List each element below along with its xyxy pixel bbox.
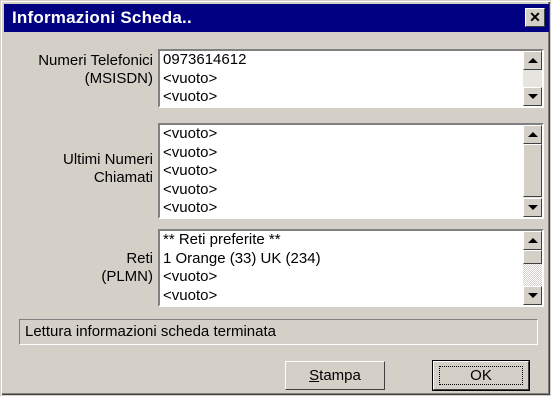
print-button-mnemonic: S [309,367,320,384]
window-title: Informazioni Scheda.. [12,8,192,27]
list-item[interactable]: 1 Orange (33) UK (234) [163,250,523,269]
scroll-thumb[interactable] [523,144,542,197]
list-item[interactable]: <vuoto> [163,144,523,163]
print-button[interactable]: Stampa [285,361,385,390]
list-item[interactable]: <vuoto> [163,125,523,144]
print-button-label: tampa [319,367,361,384]
scroll-down-button[interactable] [523,87,542,106]
networks-list[interactable]: ** Reti preferite ** 1 Orange (33) UK (2… [158,229,544,307]
status-text: Lettura informazioni scheda terminata [25,323,276,340]
msisdn-scrollbar[interactable] [523,51,542,106]
list-item[interactable]: <vuoto> [163,162,523,181]
msisdn-label-line2: (MSISDN) [84,70,153,87]
arrow-down-icon [528,293,538,298]
last-called-list[interactable]: <vuoto> <vuoto> <vuoto> <vuoto> <vuoto> [158,123,544,219]
networks-scrollbar[interactable] [523,231,542,305]
list-item[interactable]: 0973614612 [163,51,523,70]
scroll-up-button[interactable] [523,231,542,250]
status-bar: Lettura informazioni scheda terminata [19,319,538,345]
scroll-up-button[interactable] [523,51,542,70]
arrow-down-icon [528,205,538,210]
msisdn-list[interactable]: 0973614612 <vuoto> <vuoto> [158,49,544,108]
msisdn-list-items: 0973614612 <vuoto> <vuoto> [160,51,523,106]
title-bar[interactable]: Informazioni Scheda.. ✕ [4,4,549,32]
msisdn-label-line1: Numeri Telefonici [38,52,153,69]
close-icon: ✕ [529,9,541,25]
networks-label-line1: Reti [126,250,153,267]
last-called-label: Ultimi Numeri Chiamati [63,151,153,187]
scroll-down-button[interactable] [523,286,542,305]
list-item[interactable]: ** Reti preferite ** [163,231,523,250]
list-item[interactable]: <vuoto> [163,70,523,89]
list-item[interactable]: <vuoto> [163,199,523,217]
close-button[interactable]: ✕ [525,8,545,27]
last-called-label-line1: Ultimi Numeri [63,151,153,168]
msisdn-label: Numeri Telefonici (MSISDN) [38,52,153,88]
last-called-list-items: <vuoto> <vuoto> <vuoto> <vuoto> <vuoto> [160,125,523,217]
ok-button[interactable]: OK [432,360,530,391]
scroll-down-button[interactable] [523,198,542,217]
list-item[interactable]: <vuoto> [163,88,523,106]
networks-list-items: ** Reti preferite ** 1 Orange (33) UK (2… [160,231,523,305]
scroll-up-button[interactable] [523,125,542,144]
last-called-scrollbar[interactable] [523,125,542,217]
list-item[interactable]: <vuoto> [163,287,523,306]
dialog-window: Informazioni Scheda.. ✕ Numeri Telefonic… [0,0,551,396]
last-called-label-line2: Chiamati [93,169,153,186]
scroll-thumb[interactable] [523,250,542,264]
arrow-up-icon [528,58,538,63]
networks-label: Reti (PLMN) [101,250,153,286]
focus-rectangle [439,366,523,385]
list-item[interactable]: <vuoto> [163,181,523,200]
arrow-down-icon [528,94,538,99]
arrow-up-icon [528,132,538,137]
list-item[interactable]: <vuoto> [163,268,523,287]
networks-label-line2: (PLMN) [101,268,153,285]
arrow-up-icon [528,238,538,243]
